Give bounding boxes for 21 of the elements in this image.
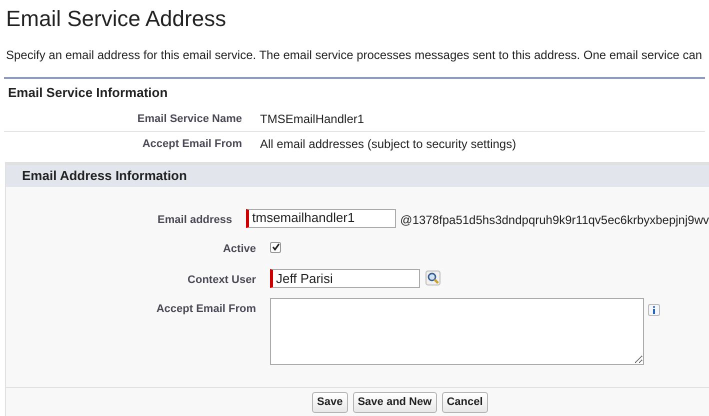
field-label: Context User xyxy=(186,273,256,288)
page-title: Email Service Address xyxy=(5,5,228,32)
field-value: All email addresses (subject to security settings) xyxy=(259,136,516,152)
user-field[interactable]: Jeff Parisi xyxy=(270,269,420,288)
form-button[interactable]: Save xyxy=(312,392,348,412)
section-heading: Email Service Information xyxy=(7,84,169,102)
form-button[interactable]: Cancel xyxy=(442,392,488,412)
field-value: TMSEmailHandler1 xyxy=(259,110,364,128)
search-icon[interactable] xyxy=(424,269,442,287)
input-field[interactable]: tmsemailhandler1 xyxy=(246,208,396,228)
section-heading: Email Address Information xyxy=(6,164,709,186)
field-label: Email Service Name xyxy=(136,112,242,126)
page-description: Specify an email address for this email service. The email service processes messages sent to this address. One email service can xyxy=(5,47,704,64)
checkbox[interactable] xyxy=(270,242,281,252)
field-label: Accept Email From xyxy=(155,302,256,316)
email-domain: @1378fpa51d5hs3dndpqruh9k9r11qv5ec6krbyxbepjnj9wv xyxy=(400,212,709,228)
info-icon[interactable] xyxy=(648,304,660,316)
field-label: Accept Email From xyxy=(141,136,242,152)
field-label: Email address xyxy=(156,212,232,228)
field-label: Active xyxy=(222,242,256,256)
form-button[interactable]: Save and New xyxy=(352,392,437,412)
